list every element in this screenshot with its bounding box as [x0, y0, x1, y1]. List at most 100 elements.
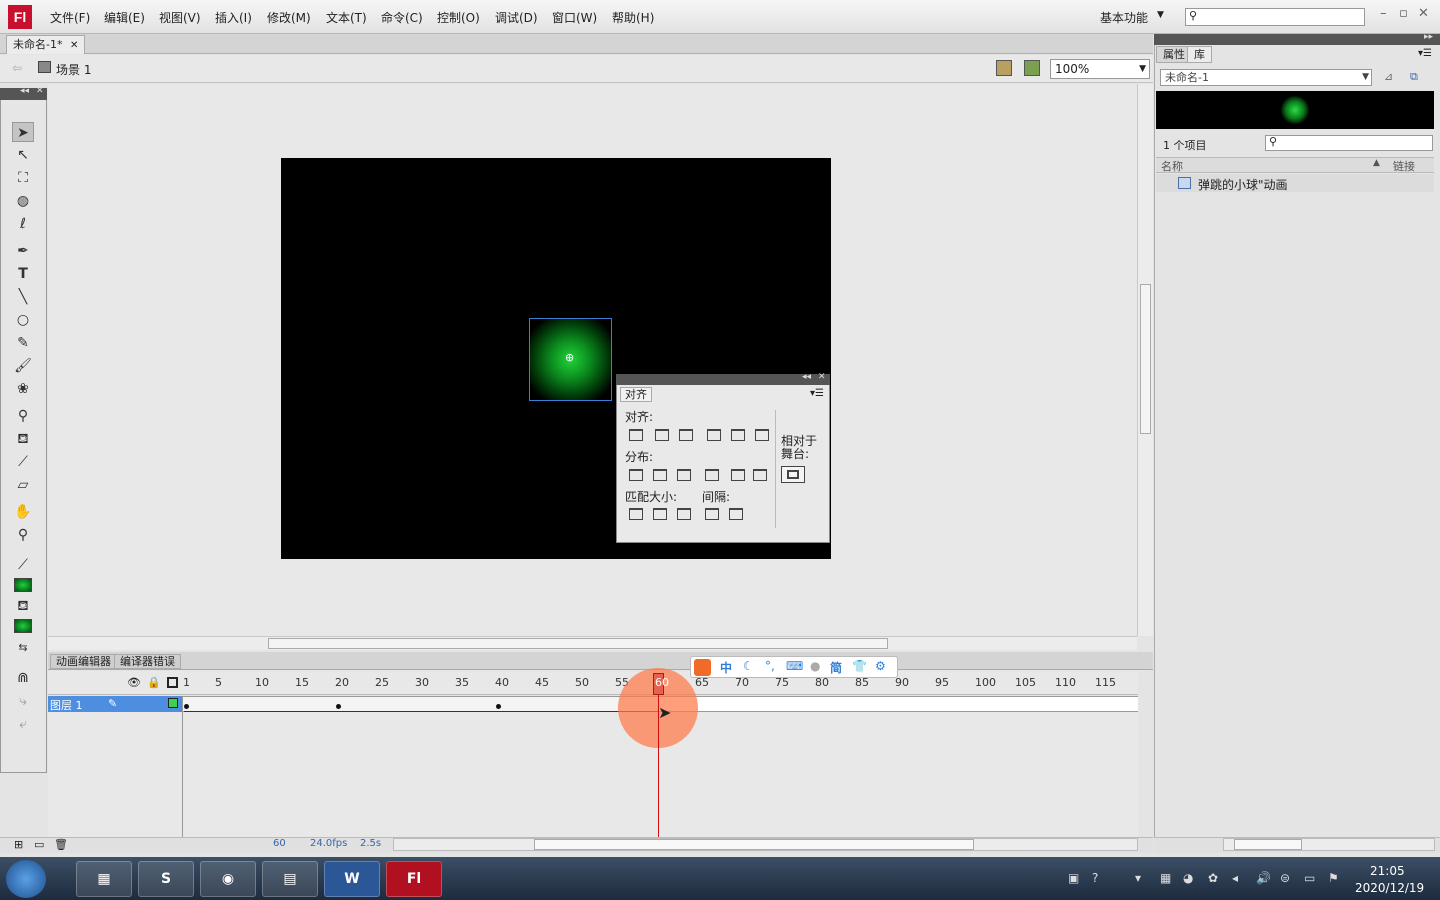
close-window-button[interactable]: ✕	[1418, 6, 1429, 21]
text-tool-icon[interactable]: T	[12, 264, 34, 284]
maximize-button[interactable]: ▫	[1399, 6, 1408, 21]
collapse-icon[interactable]: ◂◂	[802, 372, 811, 382]
collapse-icon[interactable]: ▸▸	[1424, 32, 1433, 42]
vertical-scrollbar[interactable]	[1137, 84, 1153, 636]
tray-chevron-icon[interactable]: ▾	[1135, 871, 1141, 885]
edit-symbol-icon[interactable]	[1024, 60, 1040, 76]
distribute-top-icon[interactable]	[629, 469, 643, 481]
oval-tool-icon[interactable]: ○	[12, 310, 34, 330]
scene-label[interactable]: 场景 1	[56, 61, 91, 78]
menu-control[interactable]: 控制(O)	[437, 9, 480, 26]
frame-number[interactable]: 10	[255, 676, 269, 689]
help-search-input[interactable]: ⚲	[1185, 8, 1365, 26]
paint-bucket-tool-icon[interactable]: ⛾	[12, 429, 34, 449]
playhead-line[interactable]	[658, 677, 659, 837]
distribute-bottom-icon[interactable]	[677, 469, 691, 481]
ime-mode-cn[interactable]: 中	[720, 659, 732, 676]
frame-number[interactable]: 95	[935, 676, 949, 689]
ball-symbol-instance[interactable]: ⊕	[529, 318, 612, 401]
frame-number[interactable]: 115	[1095, 676, 1116, 689]
moon-icon[interactable]: ☾	[743, 659, 754, 673]
keyframe[interactable]	[184, 704, 189, 709]
document-tab[interactable]: 未命名-1* ✕	[6, 35, 86, 54]
taskbar-flash-icon[interactable]: Fl	[386, 861, 442, 897]
match-width-icon[interactable]	[629, 508, 643, 520]
menu-file[interactable]: 文件(F)	[50, 9, 90, 26]
align-hcenter-icon[interactable]	[655, 429, 669, 441]
align-left-icon[interactable]	[629, 429, 643, 441]
3d-rotation-tool-icon[interactable]: ◍	[12, 191, 34, 211]
align-panel-header[interactable]: ◂◂ ✕	[616, 372, 830, 385]
frame-number[interactable]: 90	[895, 676, 909, 689]
delete-layer-icon[interactable]: 🗑	[54, 838, 68, 851]
line-tool-icon[interactable]: ╲	[12, 287, 34, 307]
frame-number[interactable]: 35	[455, 676, 469, 689]
bone-tool-icon[interactable]: ⚲	[12, 406, 34, 426]
frame-number[interactable]: 60	[655, 676, 669, 689]
panel-menu-icon[interactable]: ▾☰	[810, 388, 824, 399]
lasso-tool-icon[interactable]: ℓ	[12, 214, 34, 234]
align-right-icon[interactable]	[679, 429, 693, 441]
clock-time[interactable]: 21:05	[1370, 864, 1405, 878]
stroke-color-icon[interactable]: ⟋	[12, 555, 34, 575]
sogou-logo-icon[interactable]	[694, 659, 711, 676]
frame-number[interactable]: 105	[1015, 676, 1036, 689]
space-vertical-icon[interactable]	[705, 508, 719, 520]
frame-number[interactable]: 15	[295, 676, 309, 689]
tab-compiler-errors[interactable]: 编译器错误	[114, 654, 181, 669]
horizontal-scrollbar[interactable]	[48, 636, 1137, 650]
lock-icon[interactable]: 🔒	[147, 676, 161, 689]
menu-insert[interactable]: 插入(I)	[215, 9, 252, 26]
library-item-name[interactable]: 弹跳的小球"动画	[1198, 176, 1288, 193]
frame-number[interactable]: 5	[215, 676, 222, 689]
volume-icon[interactable]: 🔊	[1256, 871, 1271, 885]
fill-color-icon[interactable]: ⛾	[12, 596, 34, 616]
tray-qq-icon[interactable]: ◕	[1183, 871, 1193, 885]
hand-tool-icon[interactable]: ✋	[12, 502, 34, 522]
fill-color-swatch[interactable]	[14, 619, 32, 633]
column-name[interactable]: 名称	[1161, 158, 1183, 174]
keyboard-icon[interactable]: ⌨	[786, 659, 803, 673]
scroll-thumb[interactable]	[1140, 284, 1151, 434]
taskbar-sogou-icon[interactable]: S	[138, 861, 194, 897]
match-both-icon[interactable]	[677, 508, 691, 520]
tray-help-icon[interactable]: ?	[1092, 871, 1098, 885]
menu-modify[interactable]: 修改(M)	[267, 9, 311, 26]
minimize-button[interactable]: –	[1380, 6, 1387, 21]
clock-date[interactable]: 2020/12/19	[1355, 881, 1424, 895]
chevron-down-icon[interactable]: ▼	[1157, 10, 1164, 20]
panel-menu-icon[interactable]: ▾☰	[1418, 48, 1432, 59]
tab-library[interactable]: 库	[1187, 46, 1212, 63]
tools-panel-header[interactable]: ◂◂ ✕	[0, 86, 47, 100]
tray-flower-icon[interactable]: ✿	[1208, 871, 1218, 885]
taskbar-word-icon[interactable]: W	[324, 861, 380, 897]
space-horizontal-icon[interactable]	[729, 508, 743, 520]
keyframe[interactable]	[336, 704, 341, 709]
current-frame[interactable]: 60	[273, 838, 286, 849]
menu-window[interactable]: 窗口(W)	[552, 9, 597, 26]
tray-sogou-icon[interactable]: ▣	[1068, 871, 1079, 885]
zoom-select[interactable]: 100% ▼	[1050, 59, 1150, 79]
pin-icon[interactable]: ⊿	[1384, 70, 1393, 83]
distribute-left-icon[interactable]	[705, 469, 719, 481]
eye-icon[interactable]: 👁	[127, 676, 141, 689]
smooth-icon[interactable]: ⤷	[12, 691, 34, 711]
tray-app-icon[interactable]: ▦	[1160, 871, 1171, 885]
stroke-color-swatch[interactable]	[14, 578, 32, 592]
tray-monitor-icon[interactable]: ▭	[1304, 871, 1315, 885]
free-transform-tool-icon[interactable]: ⛶	[12, 168, 34, 188]
snap-magnet-icon[interactable]: ⋒	[12, 668, 34, 688]
distribute-vcenter-icon[interactable]	[653, 469, 667, 481]
library-hscroll[interactable]	[1223, 838, 1435, 851]
new-layer-icon[interactable]: ⊞	[14, 838, 23, 851]
workspace-switcher[interactable]: 基本功能	[1100, 9, 1148, 26]
menu-edit[interactable]: 编辑(E)	[104, 9, 145, 26]
frame-rate[interactable]: 24.0fps	[310, 838, 347, 849]
eyedropper-tool-icon[interactable]: ⟋	[12, 452, 34, 472]
menu-help[interactable]: 帮助(H)	[612, 9, 654, 26]
back-arrow-icon[interactable]: ⇦	[12, 61, 22, 75]
edit-scene-icon[interactable]	[996, 60, 1012, 76]
scroll-thumb[interactable]	[268, 638, 888, 649]
sort-arrow-icon[interactable]: ▲	[1373, 158, 1380, 168]
frame-number[interactable]: 110	[1055, 676, 1076, 689]
